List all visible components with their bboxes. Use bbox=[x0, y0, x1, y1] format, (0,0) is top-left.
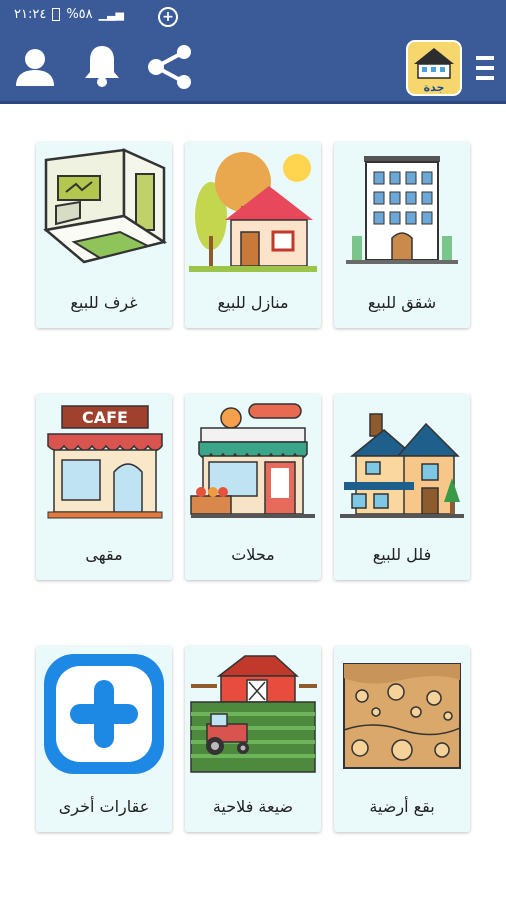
tile-label: ضيعة فلاحية bbox=[212, 797, 294, 816]
status-left: ٢١:٢٤ %٥٨ ▁▃▅ bbox=[14, 7, 124, 22]
share-icon[interactable] bbox=[146, 44, 194, 94]
hamburger-menu-icon[interactable] bbox=[474, 54, 498, 86]
status-time: ٢١:٢٤ bbox=[14, 7, 47, 22]
tile-label: بقع أرضية bbox=[369, 797, 435, 816]
tile-label: عقارات أخرى bbox=[58, 797, 150, 816]
tile-land-plots[interactable]: بقع أرضية bbox=[334, 646, 470, 832]
tile-houses[interactable]: منازل للبيع bbox=[185, 142, 321, 328]
tile-apartments[interactable]: شقق للبيع bbox=[334, 142, 470, 328]
room-icon bbox=[40, 146, 168, 276]
bell-icon[interactable] bbox=[82, 44, 122, 92]
logo-text: جدة bbox=[424, 81, 445, 94]
house-icon bbox=[189, 146, 317, 276]
shop-icon bbox=[189, 398, 317, 528]
cafe-sign: CAFE bbox=[82, 408, 128, 427]
tile-cafe[interactable]: CAFE مقهى bbox=[36, 394, 172, 580]
app-logo[interactable]: جدة bbox=[406, 40, 462, 100]
tile-other[interactable]: عقارات أخرى bbox=[36, 646, 172, 832]
signal-icon: ▁▃▅ bbox=[98, 8, 125, 21]
status-battery: %٥٨ bbox=[66, 7, 93, 22]
land-plot-icon bbox=[338, 650, 466, 780]
tile-label: غرف للبيع bbox=[70, 293, 138, 312]
user-icon[interactable] bbox=[14, 46, 56, 92]
tile-villas[interactable]: فلل للبيع bbox=[334, 394, 470, 580]
battery-icon bbox=[52, 8, 61, 21]
tile-label: منازل للبيع bbox=[217, 293, 289, 312]
tile-label: محلات bbox=[231, 545, 275, 564]
villa-icon bbox=[338, 398, 466, 528]
app-bar: جدة bbox=[0, 34, 506, 104]
add-other-icon bbox=[40, 650, 168, 780]
data-saver-icon: + bbox=[158, 7, 178, 27]
tile-shops[interactable]: محلات bbox=[185, 394, 321, 580]
farm-icon bbox=[189, 650, 317, 780]
tile-label: مقهى bbox=[85, 545, 123, 564]
tile-label: شقق للبيع bbox=[367, 293, 437, 312]
status-bar: ٢١:٢٤ %٥٨ ▁▃▅ + bbox=[0, 0, 506, 34]
apartment-building-icon bbox=[338, 146, 466, 276]
tile-farm[interactable]: ضيعة فلاحية bbox=[185, 646, 321, 832]
tile-label: فلل للبيع bbox=[372, 545, 432, 564]
tile-rooms[interactable]: غرف للبيع bbox=[36, 142, 172, 328]
cafe-icon: CAFE bbox=[40, 398, 168, 528]
